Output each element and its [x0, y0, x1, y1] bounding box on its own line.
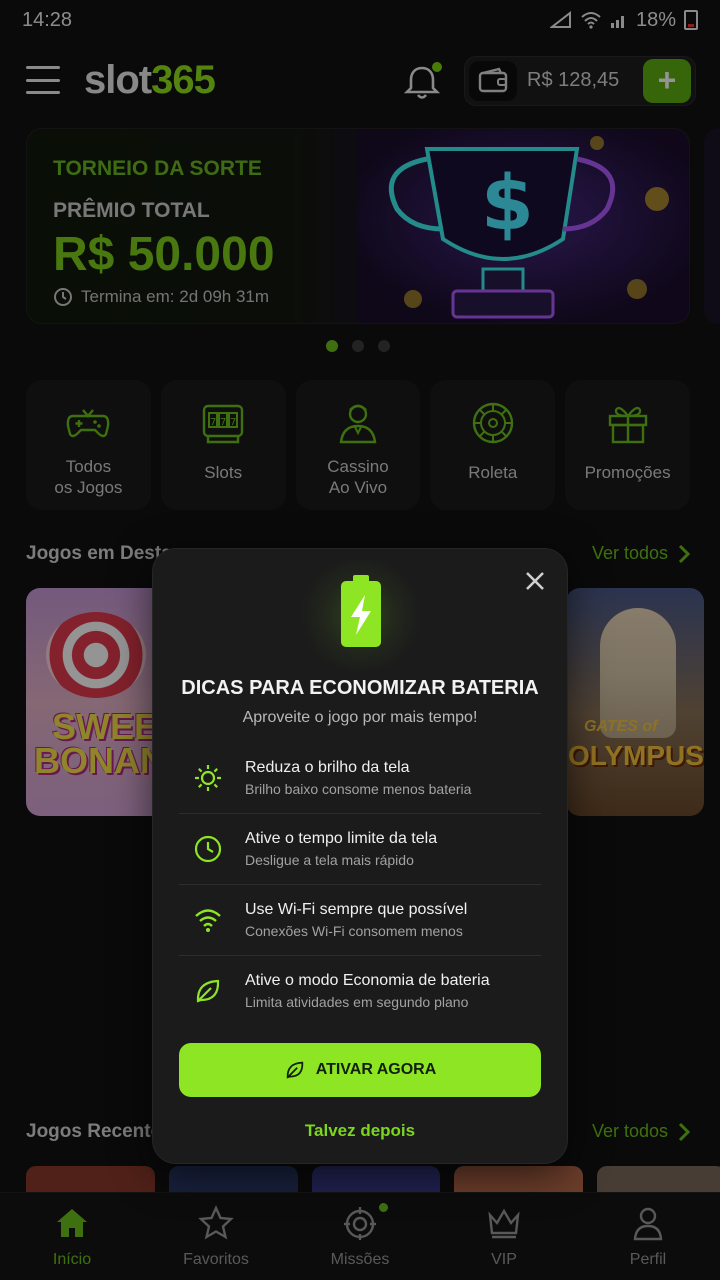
activate-now-label: ATIVAR AGORA	[315, 1061, 437, 1078]
tip-title: Use Wi-Fi sempre que possível	[245, 901, 468, 918]
leaf-icon	[196, 979, 220, 1003]
battery-tips-dialog: DICAS PARA ECONOMIZAR BATERIA Aproveite …	[152, 548, 568, 1164]
tip-item: Reduza o brilho da tela Brilho baixo con…	[179, 743, 541, 814]
wifi-icon	[195, 909, 221, 932]
tip-item: Use Wi-Fi sempre que possível Conexões W…	[179, 885, 541, 956]
leaf-icon	[286, 1061, 303, 1079]
tip-title: Ative o modo Economia de bateria	[245, 972, 490, 989]
tip-desc: Conexões Wi-Fi consomem menos	[245, 923, 463, 939]
activate-now-button[interactable]: ATIVAR AGORA	[179, 1043, 541, 1097]
sun-icon	[195, 765, 221, 791]
tips-list: Reduza o brilho da tela Brilho baixo con…	[179, 743, 541, 1027]
tip-title: Ative o tempo limite da tela	[245, 830, 438, 847]
dialog-subtitle: Aproveite o jogo por mais tempo!	[242, 709, 478, 726]
tip-desc: Desligue a tela mais rápido	[245, 852, 414, 868]
dialog-title: DICAS PARA ECONOMIZAR BATERIA	[181, 677, 539, 699]
tip-desc: Limita atividades em segundo plano	[245, 994, 469, 1010]
tip-item: Ative o tempo limite da tela Desligue a …	[179, 814, 541, 885]
tip-title: Reduza o brilho da tela	[245, 759, 410, 776]
tip-item: Ative o modo Economia de bateria Limita …	[179, 956, 541, 1027]
battery-bolt-icon	[341, 575, 381, 647]
tip-desc: Brilho baixo consome menos bateria	[245, 781, 472, 797]
clock-icon	[194, 835, 222, 863]
close-icon[interactable]	[521, 567, 549, 595]
maybe-later-link[interactable]: Talvez depois	[153, 1121, 567, 1141]
